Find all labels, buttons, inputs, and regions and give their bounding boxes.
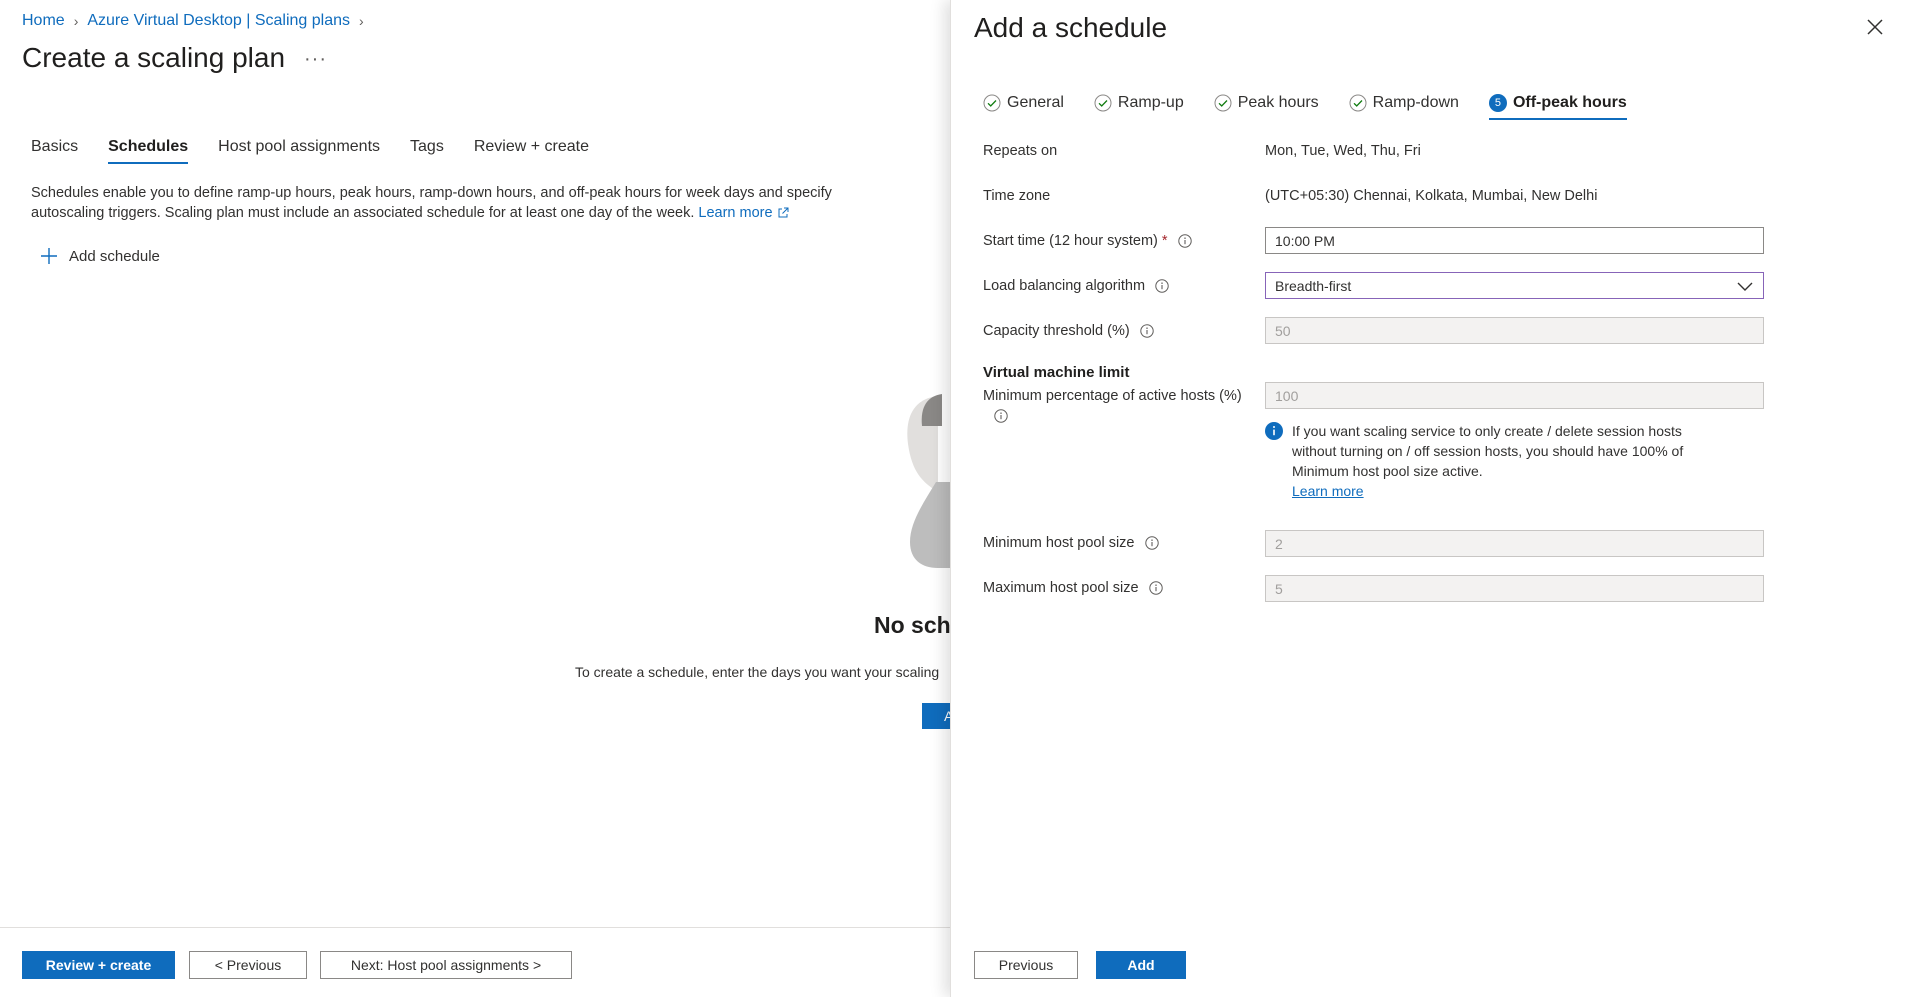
info-icon[interactable] (1177, 234, 1192, 248)
breadcrumb: Home › Azure Virtual Desktop | Scaling p… (22, 12, 373, 30)
schedule-steps: General Ramp-up Peak hours Ramp-down 5 O… (983, 94, 1657, 120)
breadcrumb-home[interactable]: Home (22, 12, 65, 30)
page-title: Create a scaling plan (22, 42, 286, 73)
tab-host-pool-assignments[interactable]: Host pool assignments (218, 138, 380, 164)
check-circle-icon (1349, 94, 1367, 112)
start-time-label: Start time (12 hour system) * (983, 233, 1192, 249)
panel-add-button[interactable]: Add (1096, 951, 1186, 979)
step-label: Peak hours (1237, 94, 1319, 111)
check-circle-icon (983, 94, 1001, 112)
chevron-down-icon (1737, 282, 1753, 291)
max-host-pool-label: Maximum host pool size (983, 580, 1163, 596)
step-number-badge: 5 (1488, 94, 1507, 112)
min-active-hosts-input: 100 (1265, 382, 1764, 409)
info-message-text: If you want scaling service to only crea… (1292, 423, 1684, 479)
step-ramp-up[interactable]: Ramp-up (1094, 94, 1184, 120)
wizard-tabs: Basics Schedules Host pool assignments T… (31, 138, 619, 164)
check-circle-icon (1214, 94, 1232, 112)
tab-tags[interactable]: Tags (410, 138, 444, 164)
min-host-pool-label: Minimum host pool size (983, 535, 1159, 551)
info-filled-icon (1265, 422, 1283, 440)
add-schedule-panel: Add a schedule General Ramp-up Peak hour… (950, 0, 1920, 997)
next-host-pool-button[interactable]: Next: Host pool assignments > (320, 951, 572, 979)
min-host-pool-input: 2 (1265, 530, 1764, 557)
capacity-threshold-label-text: Capacity threshold (%) (983, 323, 1130, 339)
review-create-button[interactable]: Review + create (22, 951, 175, 979)
step-ramp-down[interactable]: Ramp-down (1349, 94, 1459, 120)
info-icon[interactable] (1139, 324, 1154, 338)
check-circle-icon (1094, 94, 1112, 112)
max-host-pool-label-text: Maximum host pool size (983, 580, 1139, 596)
chevron-right-icon: › (73, 13, 79, 29)
empty-state-description: To create a schedule, enter the days you… (575, 664, 940, 680)
load-balancing-select[interactable]: Breadth-first (1265, 272, 1764, 299)
step-label: Off-peak hours (1512, 94, 1627, 111)
vm-limit-heading: Virtual machine limit (983, 364, 1130, 381)
tab-basics[interactable]: Basics (31, 138, 78, 164)
step-off-peak-hours[interactable]: 5 Off-peak hours (1488, 94, 1627, 120)
tab-review-create[interactable]: Review + create (474, 138, 589, 164)
chevron-right-icon: › (359, 13, 364, 29)
info-learn-more-link[interactable]: Learn more (1292, 483, 1364, 499)
info-icon[interactable] (1144, 536, 1159, 550)
step-label: Ramp-up (1117, 94, 1184, 111)
previous-button[interactable]: < Previous (189, 951, 307, 979)
load-balancing-label: Load balancing algorithm (983, 278, 1169, 294)
repeats-on-value: Mon, Tue, Wed, Thu, Fri (1265, 143, 1421, 159)
required-marker: * (1161, 233, 1168, 249)
step-peak-hours[interactable]: Peak hours (1214, 94, 1319, 120)
load-balancing-value: Breadth-first (1275, 278, 1352, 294)
time-zone-value: (UTC+05:30) Chennai, Kolkata, Mumbai, Ne… (1265, 188, 1598, 204)
add-schedule-label: Add schedule (69, 247, 160, 265)
breadcrumb-scaling-plans[interactable]: Azure Virtual Desktop | Scaling plans (87, 12, 350, 30)
step-general[interactable]: General (983, 94, 1064, 120)
max-host-pool-input: 5 (1265, 575, 1764, 602)
info-message: If you want scaling service to only crea… (1265, 421, 1705, 501)
close-icon[interactable] (1866, 18, 1884, 36)
external-link-icon (778, 207, 789, 218)
min-active-hosts-label: Minimum percentage of active hosts (%) (983, 388, 1242, 404)
footer-divider (0, 927, 950, 928)
step-label: Ramp-down (1372, 94, 1459, 111)
capacity-threshold-input: 50 (1265, 317, 1764, 344)
empty-state-illustration (907, 394, 958, 568)
tab-schedules[interactable]: Schedules (108, 138, 189, 164)
panel-previous-button[interactable]: Previous (974, 951, 1078, 979)
add-schedule-button[interactable]: Add schedule (40, 247, 160, 265)
panel-title: Add a schedule (974, 12, 1168, 43)
info-icon[interactable] (1155, 279, 1169, 293)
load-balancing-label-text: Load balancing algorithm (983, 278, 1146, 294)
learn-more-link[interactable]: Learn more (698, 205, 772, 221)
schedules-description: Schedules enable you to define ramp-up h… (31, 183, 881, 223)
time-zone-label: Time zone (983, 188, 1051, 204)
main-page: Home › Azure Virtual Desktop | Scaling p… (0, 0, 963, 997)
more-options-icon[interactable]: ··· (304, 48, 327, 71)
capacity-threshold-label: Capacity threshold (%) (983, 323, 1154, 339)
start-time-input[interactable]: 10:00 PM (1265, 227, 1764, 254)
info-icon[interactable] (1148, 581, 1163, 595)
start-time-label-text: Start time (12 hour system) (983, 233, 1158, 249)
info-icon[interactable] (994, 409, 1008, 423)
min-host-pool-label-text: Minimum host pool size (983, 535, 1135, 551)
repeats-on-label: Repeats on (983, 143, 1058, 159)
plus-icon (41, 248, 57, 264)
step-label: General (1007, 94, 1064, 111)
